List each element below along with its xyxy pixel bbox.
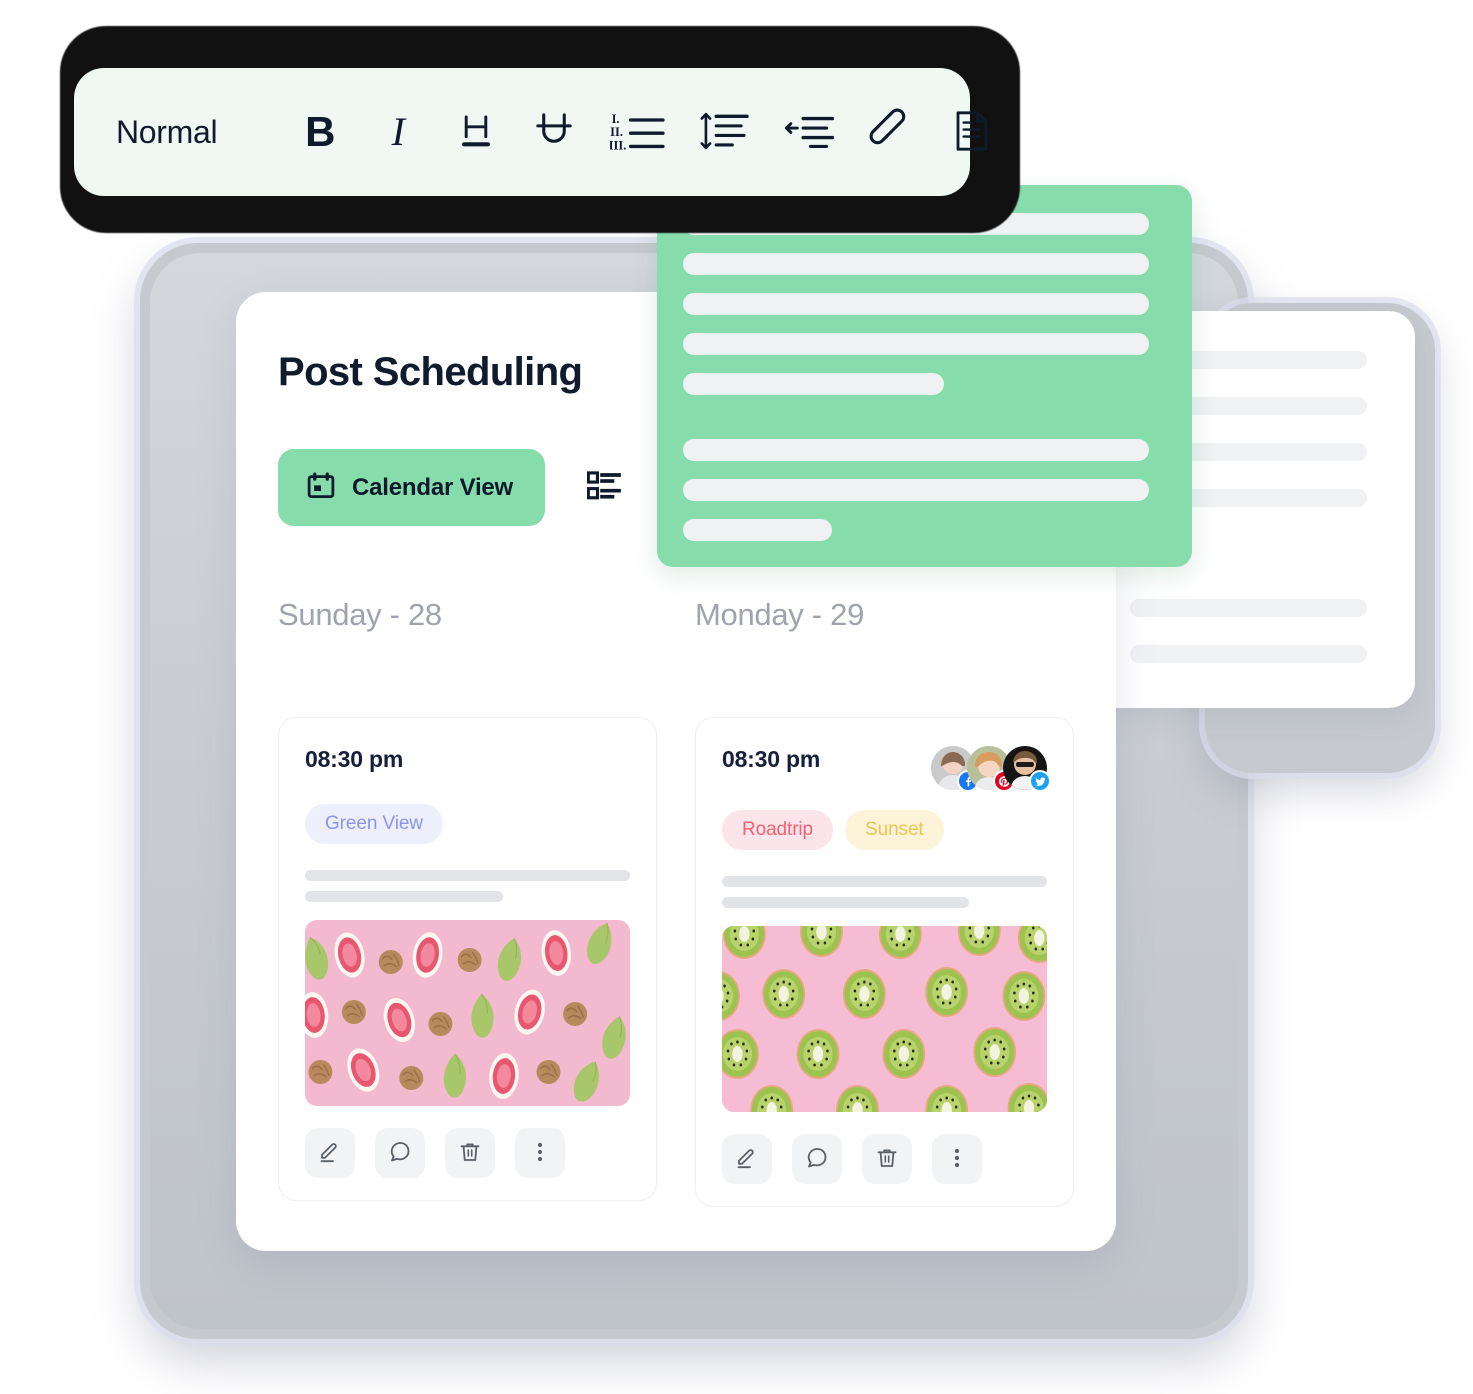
placeholder-line	[683, 373, 944, 395]
avatar[interactable]	[1003, 746, 1051, 792]
svg-text:III.: III.	[610, 138, 626, 152]
ordered-list-icon: I. II. III.	[609, 109, 666, 156]
edit-button[interactable]	[722, 1134, 772, 1184]
placeholder-line	[683, 479, 1149, 501]
link-icon	[869, 108, 915, 157]
delete-button[interactable]	[862, 1134, 912, 1184]
placeholder-line	[683, 519, 833, 541]
pencil-icon	[318, 1140, 342, 1167]
comment-button[interactable]	[375, 1128, 425, 1178]
trash-icon	[458, 1140, 482, 1167]
text-format-toolbar: Normal B I I. II. III.	[74, 68, 988, 196]
status-badge[interactable]: Sunset	[845, 810, 944, 850]
placeholder-line	[683, 293, 1149, 315]
italic-button[interactable]: I	[375, 109, 421, 155]
calendar-view-button[interactable]: Calendar View	[278, 449, 546, 526]
italic-icon: I	[391, 109, 405, 154]
status-badge[interactable]: Roadtrip	[722, 810, 834, 850]
post-text-placeholder	[305, 870, 630, 902]
screenshot-root: Post Scheduling Calendar View Sunday - 2…	[0, 0, 1473, 1394]
post-tags: Roadtrip Sunset	[722, 810, 1047, 850]
text-style-selector[interactable]: Normal	[116, 114, 218, 151]
day-header-sunday: Sunday - 28	[278, 597, 442, 632]
underline-icon	[532, 109, 576, 156]
view-switcher: Calendar View	[278, 449, 627, 526]
placeholder-line	[305, 870, 630, 881]
pencil-icon	[735, 1146, 759, 1173]
comment-icon	[805, 1146, 829, 1173]
line-height-icon	[700, 109, 750, 156]
calendar-view-label: Calendar View	[352, 473, 514, 501]
outdent-icon	[784, 109, 835, 156]
post-actions	[722, 1134, 1047, 1184]
calendar-icon	[306, 471, 336, 504]
link-button[interactable]	[867, 108, 917, 157]
placeholder-line	[722, 876, 1047, 887]
ordered-list-button[interactable]: I. II. III.	[609, 109, 667, 155]
list-view-button[interactable]	[581, 463, 627, 512]
placeholder-line	[722, 897, 969, 908]
placeholder-line	[1130, 645, 1367, 663]
more-button[interactable]	[932, 1134, 982, 1184]
svg-text:I.: I.	[612, 111, 620, 125]
status-badge[interactable]: Green View	[305, 804, 443, 844]
document-icon	[951, 110, 993, 155]
page-title: Post Scheduling	[278, 350, 583, 394]
green-content-card	[657, 185, 1192, 567]
more-vertical-icon	[945, 1146, 969, 1173]
list-view-icon	[586, 469, 621, 506]
post-time: 08:30 pm	[305, 746, 404, 772]
placeholder-line	[305, 891, 504, 902]
twitter-badge-icon	[1029, 770, 1051, 792]
post-card-header: 08:30 pm	[305, 746, 630, 784]
heading-button[interactable]	[453, 109, 499, 155]
post-thumbnail-kiwi[interactable]	[722, 926, 1047, 1112]
placeholder-line	[1130, 599, 1367, 617]
line-height-button[interactable]	[699, 109, 751, 155]
placeholder-line	[683, 439, 1149, 461]
toolbar-icon-group: B I I. II. III.	[297, 108, 995, 157]
post-card[interactable]: 08:30 pm Roadtrip Sunset	[695, 717, 1074, 1207]
post-thumbnail-figs[interactable]	[305, 920, 630, 1106]
more-button[interactable]	[515, 1128, 565, 1178]
underline-button[interactable]	[531, 109, 577, 155]
comment-button[interactable]	[792, 1134, 842, 1184]
post-actions	[305, 1128, 630, 1178]
post-card-header: 08:30 pm	[722, 746, 1051, 792]
bold-button[interactable]: B	[297, 109, 343, 155]
edit-button[interactable]	[305, 1128, 355, 1178]
post-tags: Green View	[305, 804, 630, 844]
svg-text:II.: II.	[610, 125, 623, 139]
outdent-button[interactable]	[783, 109, 835, 155]
bold-icon: B	[305, 108, 336, 155]
trash-icon	[875, 1146, 899, 1173]
comment-icon	[388, 1140, 412, 1167]
placeholder-line	[683, 253, 1149, 275]
delete-button[interactable]	[445, 1128, 495, 1178]
post-text-placeholder	[722, 876, 1047, 908]
heading-icon	[455, 110, 497, 155]
placeholder-line	[683, 333, 1149, 355]
avatar-group	[931, 746, 1051, 792]
post-time: 08:30 pm	[722, 746, 821, 772]
document-button[interactable]	[949, 109, 995, 155]
more-vertical-icon	[528, 1140, 552, 1167]
day-header-monday: Monday - 29	[695, 597, 865, 632]
post-card[interactable]: 08:30 pm Green View	[278, 717, 657, 1201]
